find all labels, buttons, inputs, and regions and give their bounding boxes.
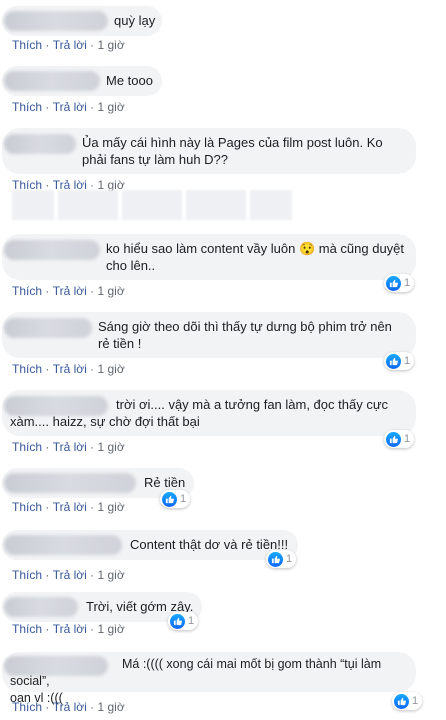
redacted-name xyxy=(4,318,92,338)
timestamp[interactable]: 1 giờ xyxy=(97,700,124,714)
comment-bubble: Ủa mấy cái hình này là Pages của film po… xyxy=(2,128,416,174)
thumbs-up-icon xyxy=(268,551,283,567)
reaction-count[interactable]: 1 xyxy=(168,612,199,630)
comment-actions: Thích · Trả lời · 1 giờ xyxy=(12,622,125,636)
reaction-count[interactable]: 1 xyxy=(384,274,415,292)
like-link[interactable]: Thích xyxy=(12,38,42,52)
reaction-count[interactable]: 1 xyxy=(266,550,297,568)
like-link[interactable]: Thích xyxy=(12,568,42,582)
timestamp[interactable]: 1 giờ xyxy=(97,440,124,454)
redacted-name xyxy=(4,473,136,493)
comment-actions: Thích · Trả lời · 1 giờ xyxy=(12,38,125,52)
comment-text: Sáng giờ theo dõi thì thấy tự dưng bộ ph… xyxy=(98,319,392,351)
thumbs-up-icon xyxy=(394,693,409,709)
like-link[interactable]: Thích xyxy=(12,100,42,114)
reply-link[interactable]: Trả lời xyxy=(53,362,87,376)
comment-text: trời ơi.... vậy mà a tưởng fan làm, đọc … xyxy=(10,397,389,429)
like-count: 1 xyxy=(404,433,411,445)
comment-actions: Thích · Trả lời · 1 giờ xyxy=(12,568,125,582)
redacted-name xyxy=(4,535,122,555)
thumbs-up-icon xyxy=(386,431,401,447)
like-count: 1 xyxy=(188,615,195,627)
like-link[interactable]: Thích xyxy=(12,622,42,636)
like-link[interactable]: Thích xyxy=(12,284,42,298)
thumbs-up-icon xyxy=(386,275,401,291)
comment-bubble: quỳ lạy xyxy=(2,6,162,36)
comment-bubble: Sáng giờ theo dõi thì thấy tự dưng bộ ph… xyxy=(2,312,416,358)
comment-bubble: Me tooo xyxy=(2,66,162,96)
attached-image-placeholder[interactable] xyxy=(12,190,292,220)
comment-text: Content thật dơ và rẻ tiền!!! xyxy=(130,537,289,552)
reaction-count[interactable]: 1 xyxy=(384,352,415,370)
thumbs-up-icon xyxy=(162,491,177,507)
comment-actions: Thích · Trả lời · 1 giờ xyxy=(12,284,125,298)
like-count: 1 xyxy=(404,277,411,289)
timestamp[interactable]: 1 giờ xyxy=(97,100,124,114)
reply-link[interactable]: Trả lời xyxy=(53,440,87,454)
comment-actions: Thích · Trả lời · 1 giờ xyxy=(12,440,125,454)
timestamp[interactable]: 1 giờ xyxy=(97,362,124,376)
comment-text: Me tooo xyxy=(106,73,153,88)
comment-text: Ủa mấy cái hình này là Pages của film po… xyxy=(82,135,383,167)
comment-actions: Thích · Trả lời · 1 giờ xyxy=(12,100,125,114)
timestamp[interactable]: 1 giờ xyxy=(97,568,124,582)
timestamp[interactable]: 1 giờ xyxy=(97,38,124,52)
like-count: 1 xyxy=(412,695,419,707)
comment-text: ko hiểu sao làm content vầy luôn 😯 mà cũ… xyxy=(106,241,405,273)
reaction-count[interactable]: 1 xyxy=(160,490,191,508)
timestamp[interactable]: 1 giờ xyxy=(97,284,124,298)
comment-text: Rẻ tiền xyxy=(144,475,186,490)
reply-link[interactable]: Trả lời xyxy=(53,500,87,514)
like-link[interactable]: Thích xyxy=(12,700,42,714)
like-count: 1 xyxy=(404,355,411,367)
comment-text: quỳ lạy xyxy=(114,13,156,28)
reaction-count[interactable]: 1 xyxy=(392,692,423,710)
like-link[interactable]: Thích xyxy=(12,500,42,514)
like-link[interactable]: Thích xyxy=(12,440,42,454)
timestamp[interactable]: 1 giờ xyxy=(97,622,124,636)
reply-link[interactable]: Trả lời xyxy=(53,622,87,636)
redacted-name xyxy=(4,71,100,91)
reaction-count[interactable]: 1 xyxy=(384,430,415,448)
redacted-name xyxy=(4,11,108,31)
timestamp[interactable]: 1 giờ xyxy=(97,500,124,514)
comment-actions: Thích · Trả lời · 1 giờ xyxy=(12,500,125,514)
comment-bubble: ko hiểu sao làm content vầy luôn 😯 mà cũ… xyxy=(2,234,416,280)
redacted-name xyxy=(4,597,78,617)
thumbs-up-icon xyxy=(170,613,185,629)
reply-link[interactable]: Trả lời xyxy=(53,284,87,298)
like-link[interactable]: Thích xyxy=(12,362,42,376)
redacted-name xyxy=(4,134,76,154)
comment-actions: Thích · Trả lời · 1 giờ xyxy=(12,362,125,376)
comment-bubble: trời ơi.... vậy mà a tưởng fan làm, đọc … xyxy=(2,390,416,436)
like-count: 1 xyxy=(180,493,187,505)
thumbs-up-icon xyxy=(386,353,401,369)
like-count: 1 xyxy=(286,553,293,565)
reply-link[interactable]: Trả lời xyxy=(53,38,87,52)
reply-link[interactable]: Trả lời xyxy=(53,568,87,582)
redacted-name xyxy=(4,240,100,260)
reply-link[interactable]: Trả lời xyxy=(53,700,87,714)
comment-bubble: Content thật dơ và rẻ tiền!!! xyxy=(2,530,298,560)
comment-bubble: Má :(((( xong cái mai mốt bị gom thành “… xyxy=(2,652,416,705)
reply-link[interactable]: Trả lời xyxy=(53,100,87,114)
comment-actions: Thích · Trả lời · 1 giờ xyxy=(12,700,125,714)
